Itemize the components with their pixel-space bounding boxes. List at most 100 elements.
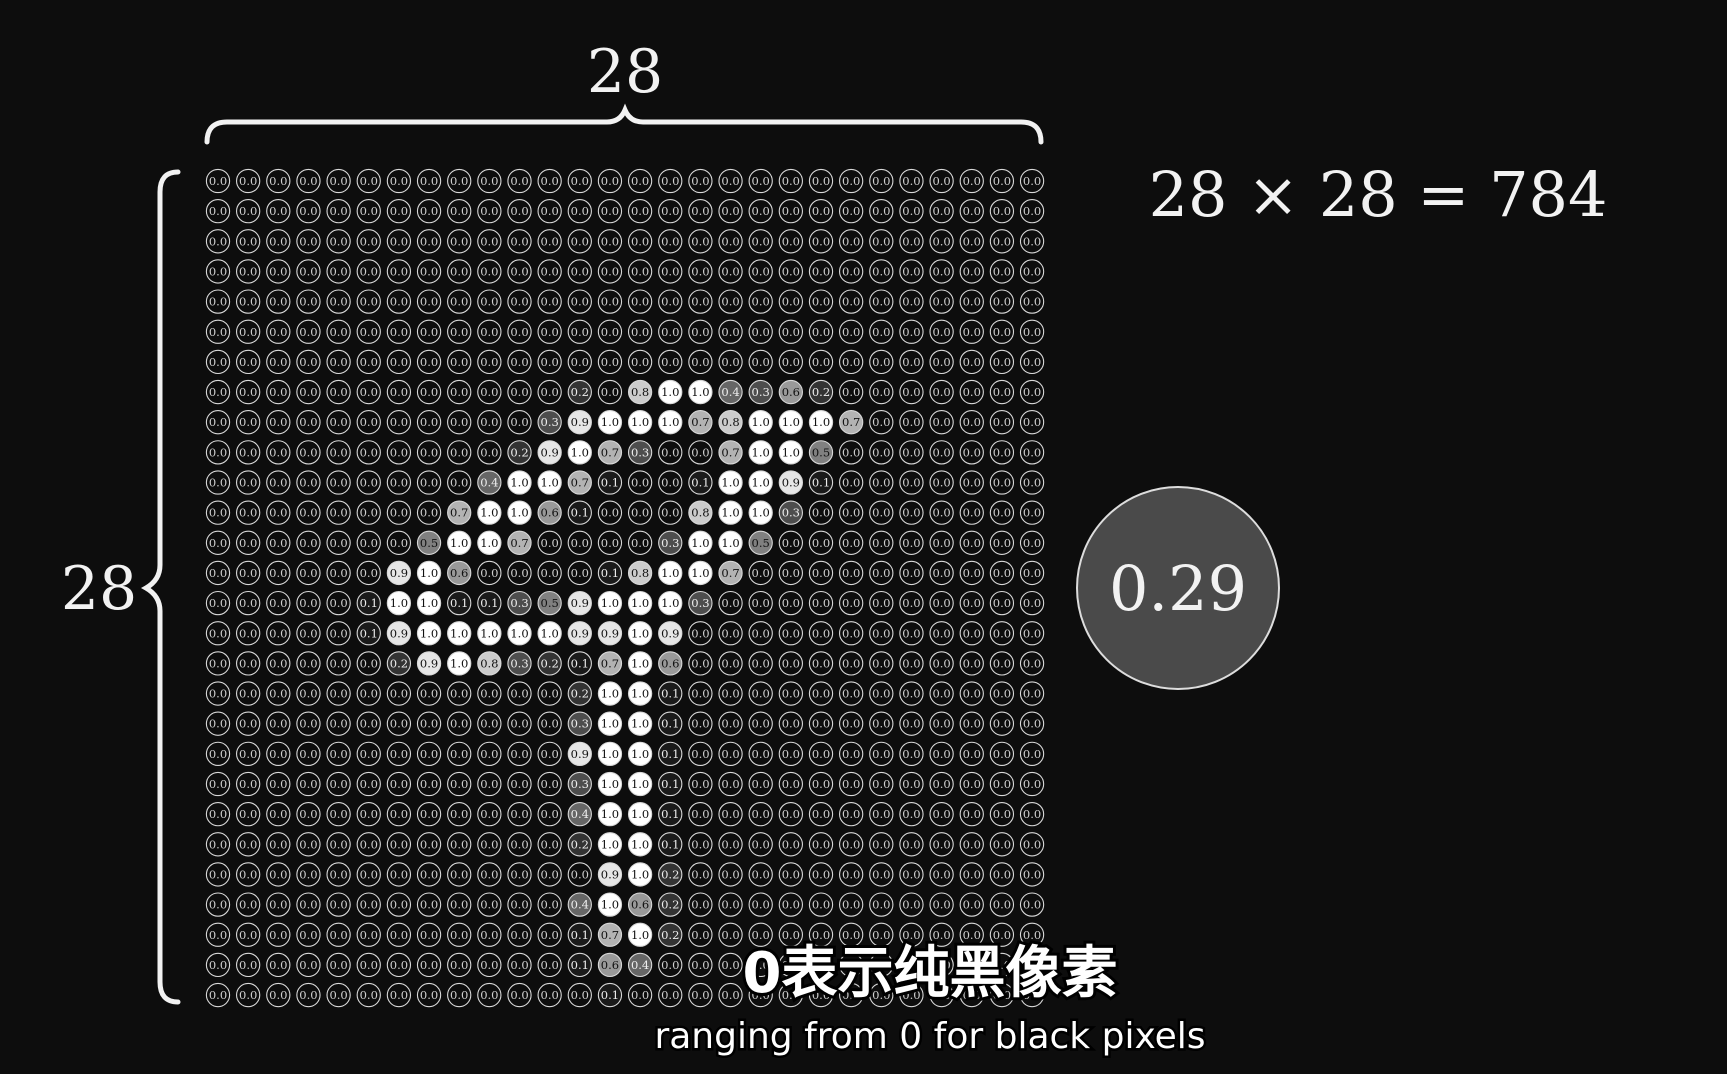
pixel-value: 0.0 bbox=[1023, 867, 1041, 881]
pixel-cell: 0.0 bbox=[416, 470, 442, 495]
pixel-cell: 0.0 bbox=[688, 711, 713, 736]
pixel-cell: 0.0 bbox=[296, 802, 321, 827]
pixel-cell: 0.0 bbox=[537, 530, 562, 555]
pixel-value: 0.0 bbox=[420, 777, 438, 791]
pixel-cell: 0.0 bbox=[748, 741, 773, 767]
pixel-cell: 0.0 bbox=[477, 259, 502, 284]
pixel-cell: 0.0 bbox=[959, 741, 984, 767]
pixel-value: 0.0 bbox=[752, 717, 770, 731]
pixel-value: 0.0 bbox=[239, 687, 257, 701]
pixel-value: 0.0 bbox=[842, 476, 860, 490]
pixel-value: 0.0 bbox=[782, 867, 800, 881]
pixel-value: 0.9 bbox=[541, 445, 559, 459]
pixel-value: 0.0 bbox=[721, 355, 739, 369]
pixel-value: 0.0 bbox=[480, 445, 498, 459]
pixel-cell: 0.0 bbox=[416, 982, 442, 1008]
pixel-value: 0.0 bbox=[360, 536, 378, 550]
pixel-value: 0.0 bbox=[842, 536, 860, 550]
pixel-value: 0.1 bbox=[812, 476, 830, 490]
pixel-cell: 0.0 bbox=[235, 440, 261, 465]
pixel-value: 0.0 bbox=[812, 747, 830, 761]
pixel-value: 0.0 bbox=[299, 626, 317, 640]
pixel-cell: 0.0 bbox=[386, 952, 412, 978]
pixel-value: 0.0 bbox=[541, 988, 559, 1002]
pixel-value: 0.0 bbox=[209, 415, 227, 429]
pixel-value: 0.0 bbox=[1023, 687, 1041, 701]
pixel-cell: 0.0 bbox=[839, 470, 864, 495]
pixel-cell: 0.0 bbox=[597, 259, 623, 284]
pixel-cell: 0.0 bbox=[416, 952, 442, 978]
pixel-cell: 0.0 bbox=[869, 379, 894, 405]
pixel-value: 0.0 bbox=[721, 264, 739, 278]
pixel-cell: 0.0 bbox=[748, 289, 773, 314]
pixel-value: 0.0 bbox=[360, 687, 378, 701]
pixel-cell: 0.0 bbox=[205, 349, 231, 375]
pixel-value: 0.0 bbox=[782, 928, 800, 942]
pixel-value: 0.0 bbox=[329, 988, 347, 1002]
pixel-cell: 0.1 bbox=[356, 621, 381, 646]
pixel-cell: 1.0 bbox=[658, 410, 683, 435]
pixel-cell: 0.6 bbox=[537, 500, 562, 525]
pixel-value: 0.0 bbox=[902, 355, 920, 369]
pixel-cell: 0.0 bbox=[507, 259, 532, 284]
pixel-cell: 0.0 bbox=[326, 741, 351, 767]
pixel-cell: 0.0 bbox=[778, 289, 804, 314]
pixel-value: 0.0 bbox=[571, 566, 589, 580]
pixel-value: 0.0 bbox=[239, 295, 257, 309]
pixel-cell: 0.0 bbox=[205, 892, 231, 917]
pixel-cell: 0.0 bbox=[839, 681, 864, 706]
pixel-value: 0.0 bbox=[842, 747, 860, 761]
pixel-cell: 1.0 bbox=[718, 500, 743, 525]
pixel-cell: 0.0 bbox=[959, 560, 984, 586]
pixel-value: 0.0 bbox=[601, 385, 619, 399]
pixel-value: 1.0 bbox=[480, 626, 498, 640]
pixel-cell: 0.0 bbox=[658, 289, 683, 314]
pixel-value: 0.0 bbox=[390, 988, 408, 1002]
pixel-cell: 0.0 bbox=[356, 470, 381, 495]
pixel-value: 1.0 bbox=[631, 415, 649, 429]
pixel-value: 0.0 bbox=[510, 566, 528, 580]
pixel-value: 0.0 bbox=[782, 566, 800, 580]
pixel-value: 0.0 bbox=[721, 325, 739, 339]
pixel-cell: 0.0 bbox=[899, 590, 924, 616]
pixel-cell: 0.0 bbox=[869, 229, 894, 254]
pixel-cell: 0.0 bbox=[296, 168, 321, 194]
pixel-value: 0.0 bbox=[390, 898, 408, 912]
pixel-value: 0.3 bbox=[661, 536, 679, 550]
pixel-value: 0.4 bbox=[480, 476, 498, 490]
pixel-value: 0.0 bbox=[420, 988, 438, 1002]
pixel-value: 0.0 bbox=[812, 596, 830, 610]
pixel-cell: 0.0 bbox=[266, 892, 291, 917]
pixel-cell: 0.0 bbox=[929, 470, 954, 495]
pixel-value: 0.0 bbox=[932, 506, 950, 520]
pixel-value: 0.0 bbox=[993, 656, 1011, 670]
pixel-value: 0.0 bbox=[329, 626, 347, 640]
pixel-value: 0.0 bbox=[902, 596, 920, 610]
pixel-value: 1.0 bbox=[601, 717, 619, 731]
pixel-value: 0.0 bbox=[993, 476, 1011, 490]
pixel-value: 0.0 bbox=[932, 355, 950, 369]
pixel-cell: 0.0 bbox=[1019, 289, 1045, 314]
pixel-value: 0.0 bbox=[510, 385, 528, 399]
pixel-value: 0.0 bbox=[1023, 204, 1041, 218]
pixel-value: 0.0 bbox=[721, 807, 739, 821]
pixel-cell: 0.3 bbox=[507, 651, 532, 676]
pixel-value: 0.0 bbox=[269, 596, 287, 610]
pixel-value: 0.0 bbox=[902, 476, 920, 490]
pixel-value: 0.0 bbox=[480, 747, 498, 761]
pixel-cell: 0.0 bbox=[477, 198, 502, 224]
pixel-value: 0.0 bbox=[329, 536, 347, 550]
pixel-value: 0.0 bbox=[420, 837, 438, 851]
subtitle-english: ranging from 0 for black pixels bbox=[654, 1016, 1205, 1057]
pixel-cell: 0.0 bbox=[808, 832, 834, 857]
pixel-value: 0.3 bbox=[571, 777, 589, 791]
pixel-cell: 0.0 bbox=[1019, 470, 1045, 495]
pixel-value: 0.0 bbox=[661, 295, 679, 309]
pixel-value: 0.0 bbox=[902, 867, 920, 881]
pixel-cell: 0.0 bbox=[869, 259, 894, 284]
pixel-value: 0.0 bbox=[299, 325, 317, 339]
pixel-cell: 0.0 bbox=[899, 259, 924, 284]
pixel-cell: 0.0 bbox=[989, 198, 1015, 224]
pixel-cell: 0.0 bbox=[386, 771, 412, 797]
pixel-value: 0.0 bbox=[932, 536, 950, 550]
